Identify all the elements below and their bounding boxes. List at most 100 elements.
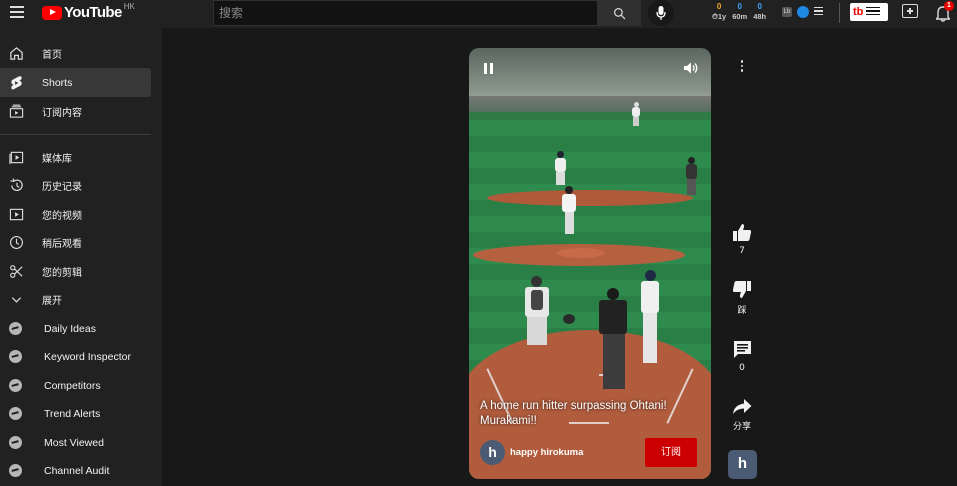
extension-stats: 0 ⏱1y 0 60m 0 48h [712,2,766,24]
sidebar-divider [0,134,151,135]
stat-label: ⏱1y [712,12,727,21]
youtube-logo[interactable]: YouTube HK [42,2,135,21]
stat-value: 0 [757,2,762,11]
video-scene-wall [469,112,711,120]
history-icon [10,178,23,192]
tubebuddy-tool-icon [9,464,22,477]
divider [839,3,840,23]
sidebar-item-label: Competitors [44,379,101,392]
search-box [213,0,598,26]
watch-later-icon [10,236,23,249]
sidebar-item-label: 媒体库 [42,154,72,165]
channel-avatar[interactable]: h [480,440,505,465]
tubebuddy-tool-icon [9,350,22,363]
subscribe-button[interactable]: 订阅 [645,438,697,467]
your-videos-icon [9,208,24,221]
sidebar-item-label: 您的剪辑 [42,268,82,279]
comments-button[interactable]: 0 [725,340,759,373]
tubebuddy-tool-icon [9,322,22,335]
sidebar-item-library[interactable]: 媒体库 [0,143,151,172]
comment-icon [733,341,751,358]
share-label: 分享 [732,422,751,432]
sidebar-item-label: 首页 [42,50,62,61]
volume-icon[interactable] [683,61,699,75]
stat-48h: 0 48h [753,2,766,24]
sidebar-item-label: 稍后观看 [42,239,82,250]
dislike-label: 踩 [737,306,747,316]
extension-menu-icon[interactable] [814,6,823,18]
sidebar-item-label: Channel Audit [44,464,110,477]
home-icon [10,47,23,60]
create-icon[interactable] [902,4,918,18]
shorts-icon [11,76,22,90]
short-video-player[interactable]: A home run hitter surpassing Ohtani! Mur… [469,48,711,479]
menu-icon[interactable] [10,6,24,18]
extension-circle-icon[interactable] [797,6,809,18]
tubebuddy-tool-icon [9,436,22,449]
stat-value: 0 [737,2,742,11]
share-button[interactable]: 分享 [725,398,759,432]
video-caption: A home run hitter surpassing Ohtani! Mur… [480,399,700,429]
stat-value: 0 [716,2,722,11]
tubebuddy-icon: tb [853,6,864,18]
sidebar-tool-competitors[interactable]: Competitors [0,371,151,400]
thumbs-up-icon [733,224,752,241]
stat-1y: 0 ⏱1y [712,2,726,24]
share-icon [733,399,752,414]
stat-label: 48h [753,12,767,21]
logo-text: YouTube [64,4,122,21]
caption-line: A home run hitter surpassing Ohtani! [480,400,667,412]
sidebar-item-label: 展开 [42,296,62,307]
sidebar-item-clips[interactable]: 您的剪辑 [0,257,151,286]
more-options-icon[interactable] [735,60,749,76]
sidebar-item-label: 订阅内容 [42,108,82,119]
sidebar-tool-most-viewed[interactable]: Most Viewed [0,428,151,457]
sidebar-tool-trend-alerts[interactable]: Trend Alerts [0,399,151,428]
subscriptions-icon [9,104,24,118]
clips-icon [10,265,23,278]
tubebuddy-menu-icon [866,6,881,18]
sidebar-tool-daily-ideas[interactable]: Daily Ideas [0,314,151,343]
video-scene-infield-dirt [487,190,693,206]
sidebar-item-label: 历史记录 [42,182,82,193]
like-button[interactable]: 7 [725,223,759,256]
youtube-play-icon [42,5,62,20]
sidebar-item-your-videos[interactable]: 您的视频 [0,200,151,229]
sidebar-item-expand[interactable]: 展开 [0,285,151,314]
tubebuddy-button[interactable]: tb [850,3,888,21]
sidebar-item-watch-later[interactable]: 稍后观看 [0,228,151,257]
comment-count: 0 [739,363,745,373]
sidebar-item-label: Keyword Inspector [44,350,131,363]
tubebuddy-tool-icon [9,379,22,392]
thumbs-down-icon [732,281,751,298]
sidebar-item-home[interactable]: 首页 [0,39,151,68]
mic-icon [656,6,666,20]
sidebar-item-label: Most Viewed [44,436,104,449]
dislike-button[interactable]: 踩 [725,280,759,316]
like-count: 7 [739,246,745,256]
pause-icon[interactable] [484,63,494,74]
sidebar: 首页 Shorts 订阅内容 媒体库 历史记录 您的视频 稍后观看 您的剪辑 展… [0,28,162,486]
chevron-down-icon [11,297,22,303]
caption-line: Murakami!! [480,415,537,427]
video-scene-mound-center [557,248,605,258]
sidebar-item-label: 您的视频 [42,211,82,222]
sidebar-item-history[interactable]: 历史记录 [0,171,151,200]
search-button[interactable] [598,0,641,26]
extension-icons: Lb [782,6,823,18]
region-label: HK [123,2,135,11]
search-input[interactable] [214,1,597,25]
notifications-button[interactable]: 1 [936,1,954,23]
top-bar: YouTube HK 0 ⏱1y 0 60m 0 48h Lb tb [0,0,957,28]
sidebar-tool-channel-audit[interactable]: Channel Audit [0,456,151,485]
channel-name[interactable]: happy hirokuma [510,447,583,458]
sidebar-item-subscriptions[interactable]: 订阅内容 [0,97,151,126]
chart-icon[interactable]: Lb [782,7,792,17]
sidebar-item-label: Shorts [42,76,73,89]
stat-label: 60m [732,12,748,21]
sidebar-item-label: Daily Ideas [44,322,96,335]
sidebar-tool-keyword-inspector[interactable]: Keyword Inspector [0,342,151,371]
channel-avatar-small[interactable]: h [728,450,757,479]
voice-search-button[interactable] [648,0,674,26]
sidebar-item-shorts[interactable]: Shorts [0,68,151,97]
